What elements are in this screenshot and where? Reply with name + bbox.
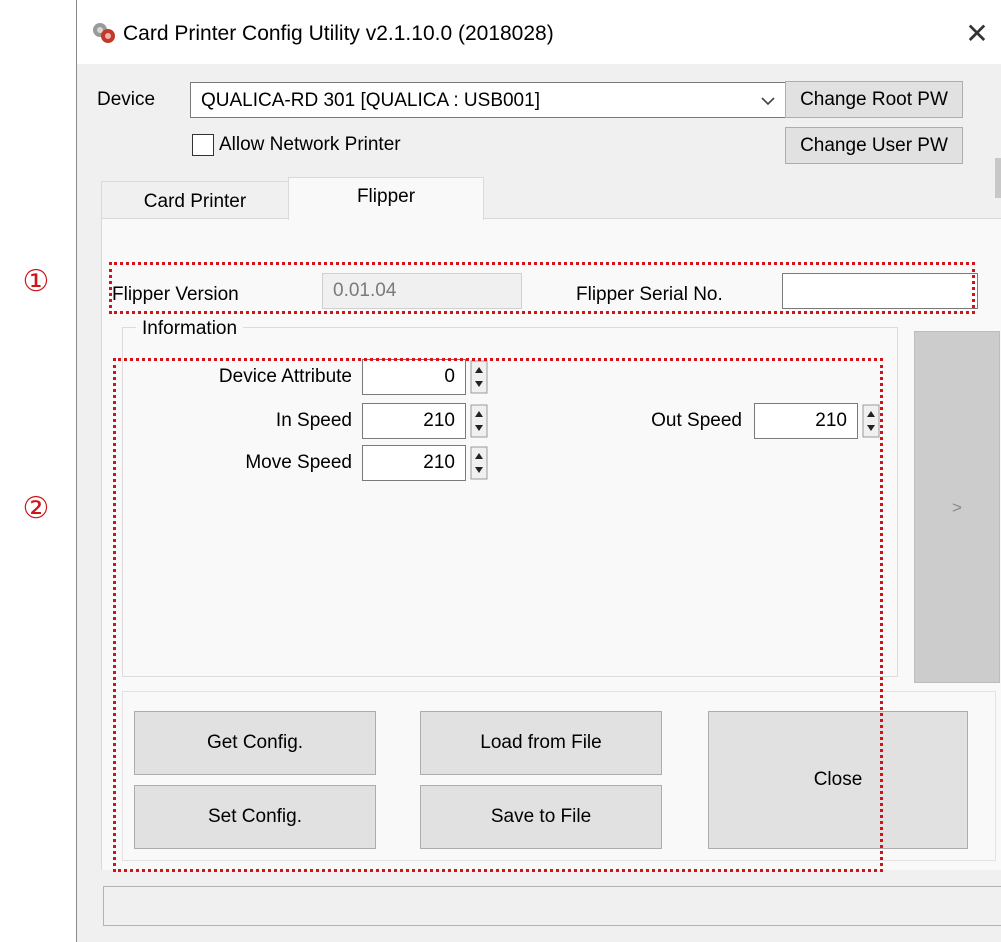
allow-network-printer-checkbox[interactable] <box>192 134 214 156</box>
next-page-button[interactable]: > <box>914 331 1000 683</box>
tab-flipper[interactable]: Flipper <box>288 177 484 220</box>
annotation-marker-1: ① <box>22 265 50 298</box>
annotation-marker-2: ② <box>22 492 50 525</box>
device-selected-value: QUALICA-RD 301 [QUALICA : USB001] <box>201 90 540 111</box>
information-group-label: Information <box>136 317 244 341</box>
title-bar: Card Printer Config Utility v2.1.10.0 (2… <box>77 0 1001 64</box>
status-bar <box>103 886 1001 926</box>
app-window: Card Printer Config Utility v2.1.10.0 (2… <box>76 0 1001 942</box>
change-user-pw-button[interactable]: Change User PW <box>785 127 963 164</box>
window-title: Card Printer Config Utility v2.1.10.0 (2… <box>123 22 554 45</box>
device-select[interactable]: QUALICA-RD 301 [QUALICA : USB001] <box>190 82 787 118</box>
app-icon <box>93 23 115 43</box>
scrollbar-thumb[interactable] <box>995 158 1001 198</box>
device-label: Device <box>97 89 156 110</box>
change-root-pw-button[interactable]: Change Root PW <box>785 81 963 118</box>
annotation-box-1 <box>109 262 975 314</box>
tab-card-printer[interactable]: Card Printer <box>101 181 289 219</box>
chevron-down-icon <box>761 97 775 106</box>
close-window-icon[interactable]: ✕ <box>957 14 997 54</box>
allow-network-printer-label: Allow Network Printer <box>219 134 401 155</box>
annotation-box-2 <box>113 358 883 872</box>
